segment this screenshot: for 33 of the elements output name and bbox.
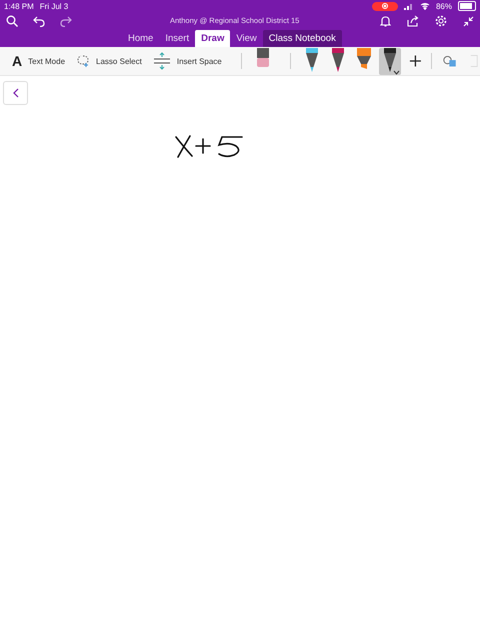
- status-date: Fri Jul 3: [40, 2, 68, 10]
- signal-icon: [404, 2, 414, 10]
- collapse-icon[interactable]: [463, 16, 474, 26]
- status-time: 1:48 PM: [4, 2, 34, 10]
- eraser-icon[interactable]: [256, 48, 270, 68]
- ribbon-tab[interactable]: Class Notebook: [262, 30, 342, 47]
- text-mode-icon: A: [12, 53, 22, 69]
- battery-icon: [458, 1, 476, 11]
- ribbon-tab[interactable]: View: [230, 30, 263, 47]
- chevron-icon: [392, 70, 400, 74]
- ribbon-tab[interactable]: Insert: [159, 30, 196, 47]
- add-pen-icon[interactable]: [408, 54, 422, 68]
- bell-icon[interactable]: [380, 15, 391, 27]
- text-tool-button[interactable]: A Text Mode: [12, 53, 66, 69]
- lasso-icon: [76, 54, 90, 68]
- highlighter-icon[interactable]: [356, 48, 372, 70]
- battery-percent: 86%: [436, 2, 452, 10]
- search-icon[interactable]: [6, 15, 18, 27]
- share-icon[interactable]: [407, 15, 419, 27]
- lasso-tool-button[interactable]: Lasso Select: [76, 54, 142, 68]
- settings-icon[interactable]: [435, 15, 447, 27]
- ribbon-tab[interactable]: Draw: [195, 30, 230, 47]
- redo-icon[interactable]: [60, 16, 72, 26]
- ribbon-tab[interactable]: Home: [122, 30, 160, 47]
- pen-icon[interactable]: [382, 48, 397, 72]
- pen-icon[interactable]: [304, 48, 319, 72]
- undo-icon[interactable]: [33, 16, 45, 26]
- chevron-left-icon: [12, 88, 18, 98]
- wifi-icon: [420, 2, 430, 10]
- shapes-icon[interactable]: [442, 54, 458, 68]
- pen-icon[interactable]: [330, 48, 345, 72]
- insert-space-icon: [152, 52, 171, 70]
- space-tool-button[interactable]: Insert Space: [152, 52, 222, 70]
